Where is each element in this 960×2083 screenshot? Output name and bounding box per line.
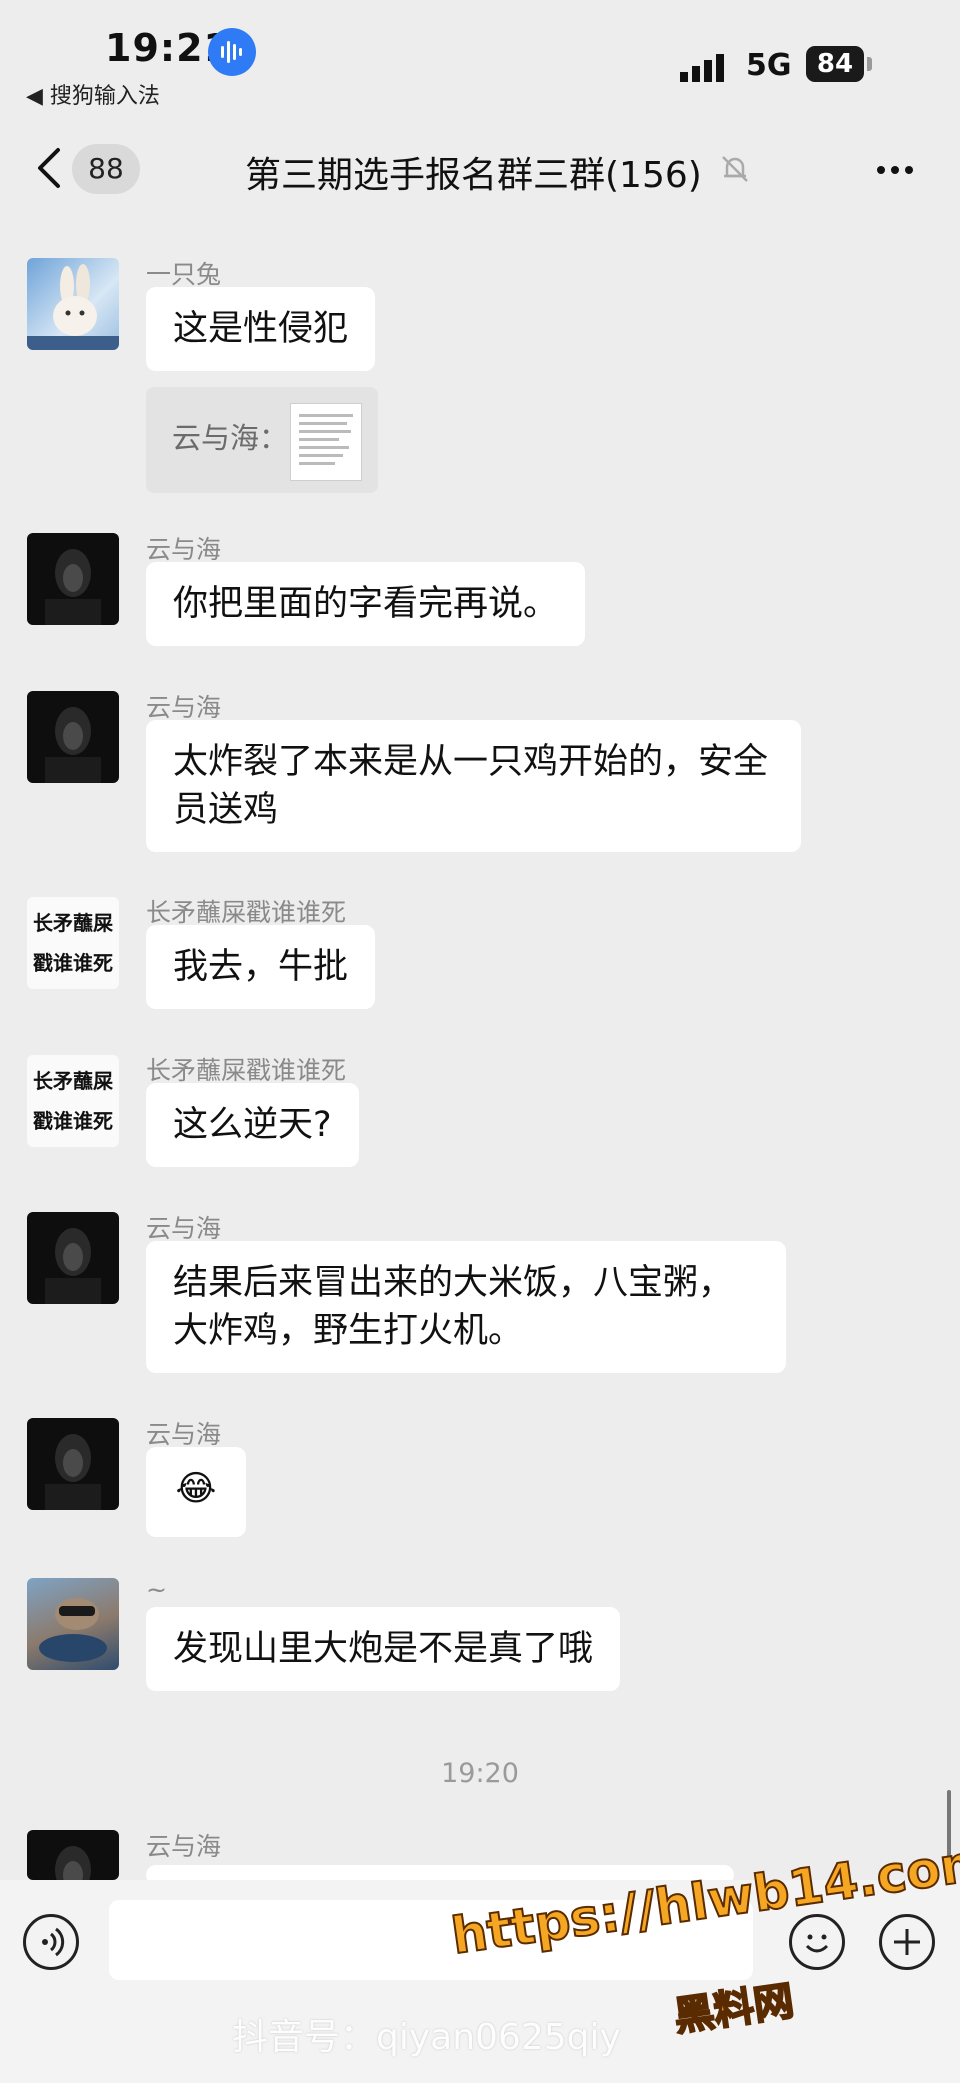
more-functions-button[interactable] bbox=[879, 1914, 935, 1970]
sender-name: 云与海 bbox=[146, 1420, 222, 1449]
sender-name: 长矛蘸屎戳谁谁死 bbox=[146, 1056, 347, 1085]
sender-name: ~ bbox=[146, 1575, 167, 1604]
avatar-dark-portrait[interactable] bbox=[27, 1830, 119, 1880]
message-bubble[interactable]: 你把里面的字看完再说。 bbox=[146, 562, 586, 646]
sender-name: 云与海 bbox=[146, 693, 222, 722]
avatar-text-logo[interactable]: 长矛蘸屎 戳谁谁死 bbox=[27, 897, 119, 989]
message-bubble[interactable]: 我去，牛批 bbox=[146, 925, 376, 1009]
quote-image-thumbnail[interactable] bbox=[290, 403, 362, 481]
message-bubble[interactable]: 结果后来冒出来的大米饭，八宝粥，大炸鸡，野生打火机。 bbox=[146, 1241, 786, 1373]
avatar-cat-photo[interactable] bbox=[27, 1578, 119, 1670]
voice-input-button[interactable] bbox=[23, 1914, 79, 1970]
avatar-dark-portrait[interactable] bbox=[27, 533, 119, 625]
douyin-watermark: 抖音号：qiyan0625qiy bbox=[232, 2017, 621, 2058]
sender-name: 一只兔 bbox=[146, 260, 222, 289]
avatar-text-line: 戳谁谁死 bbox=[33, 1109, 113, 1133]
emoji-message-bubble[interactable]: 😂 bbox=[146, 1447, 246, 1537]
sender-name: 云与海 bbox=[146, 1214, 222, 1243]
quote-text: 云与海： bbox=[172, 421, 289, 455]
avatar-rabbit[interactable] bbox=[27, 258, 119, 350]
chat-message-list[interactable]: 一只兔 这是性侵犯 云与海： 云与海 你把里面的字看完再说。 云与海 太炸裂了本… bbox=[0, 0, 960, 2083]
plus-icon bbox=[894, 1929, 920, 1955]
avatar-dark-portrait[interactable] bbox=[27, 691, 119, 783]
quoted-message-card[interactable]: 云与海： bbox=[146, 387, 378, 493]
sender-name: 云与海 bbox=[146, 535, 222, 564]
time-separator: 19:20 bbox=[441, 1758, 519, 1789]
smiley-icon bbox=[805, 1934, 829, 1953]
message-bubble[interactable]: 发现山里大炮是不是真了哦 bbox=[146, 1607, 621, 1691]
emoji-button[interactable] bbox=[789, 1914, 845, 1970]
avatar-text-line: 长矛蘸屎 bbox=[33, 1069, 113, 1093]
avatar-text-line: 长矛蘸屎 bbox=[33, 911, 113, 935]
avatar-dark-portrait[interactable] bbox=[27, 1212, 119, 1304]
sender-name: 长矛蘸屎戳谁谁死 bbox=[146, 898, 347, 927]
message-bubble[interactable]: 太炸裂了本来是从一只鸡开始的，安全员送鸡 bbox=[146, 720, 801, 852]
avatar-dark-portrait[interactable] bbox=[27, 1418, 119, 1510]
avatar-text-logo[interactable]: 长矛蘸屎 戳谁谁死 bbox=[27, 1055, 119, 1147]
message-bubble[interactable]: 这么逆天? bbox=[146, 1083, 359, 1167]
message-bubble[interactable]: 这是性侵犯 bbox=[146, 287, 376, 371]
sender-name: 云与海 bbox=[146, 1832, 222, 1861]
voice-wave-icon bbox=[42, 1927, 65, 1957]
avatar-text-line: 戳谁谁死 bbox=[33, 951, 113, 975]
